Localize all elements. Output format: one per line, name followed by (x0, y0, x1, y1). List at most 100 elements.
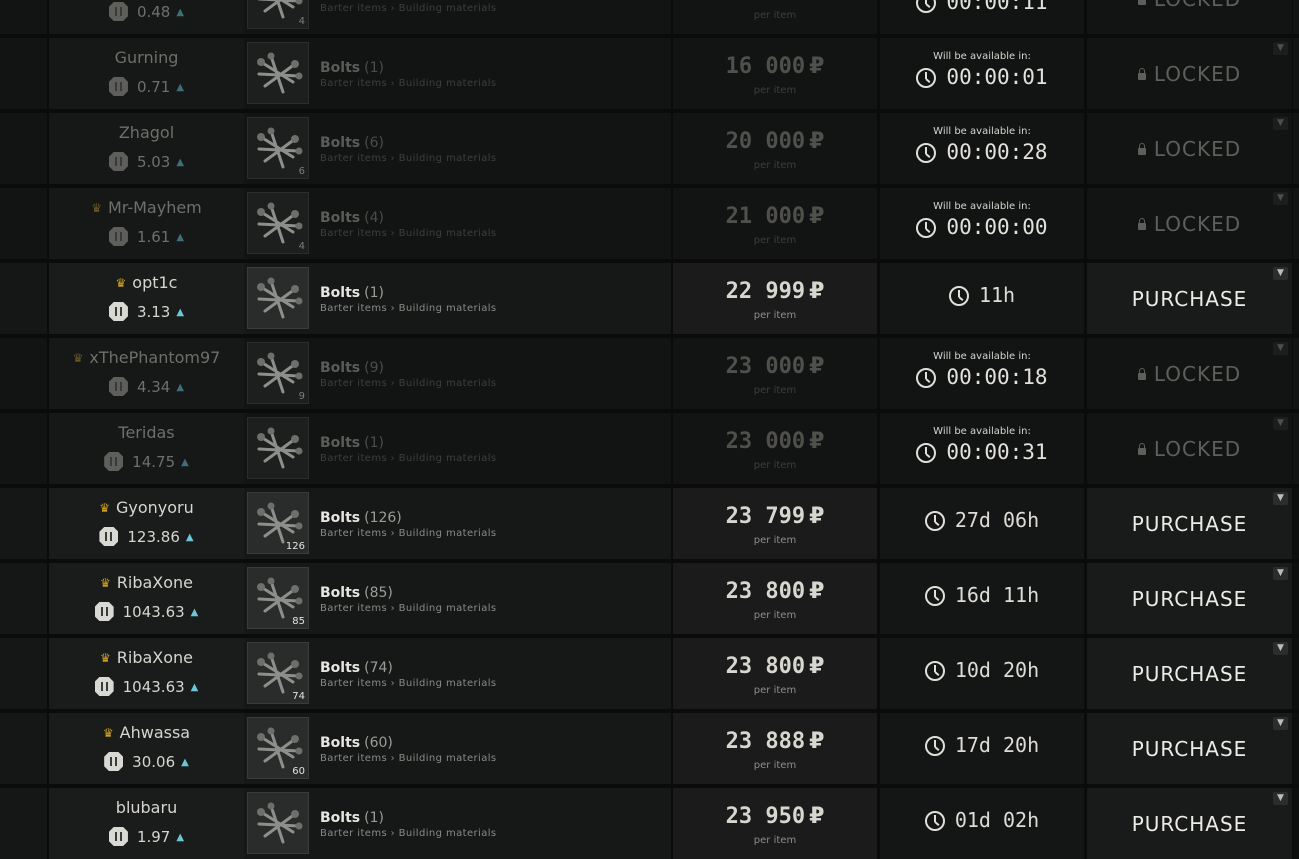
seller-name[interactable]: ♛ opt1c (49, 273, 244, 292)
row-tail-cell (1293, 113, 1299, 184)
seller-cell[interactable]: Zhagol 5.03 ▲ (49, 113, 244, 184)
item-cell: Bolts (1) Barter items › Building materia… (244, 788, 671, 859)
countdown-value: 00:00:11 (946, 0, 1048, 14)
purchase-button[interactable]: PURCHASE (1087, 662, 1292, 686)
clock-icon (916, 443, 937, 463)
seller-rating: 4.34 ▲ (49, 377, 244, 396)
item-thumbnail[interactable]: 85 (247, 567, 309, 629)
countdown-value: 00:00:31 (946, 440, 1048, 464)
item-thumbnail[interactable] (247, 42, 309, 104)
action-cell: ▼ LOCKED (1087, 0, 1292, 34)
item-thumbnail[interactable]: 60 (247, 717, 309, 779)
chevron-down-icon[interactable]: ▼ (1273, 417, 1288, 430)
purchase-button[interactable]: PURCHASE (1087, 812, 1292, 836)
ruble-icon: ₽ (809, 54, 825, 79)
rating-up-icon: ▲ (190, 682, 199, 693)
seller-rating: 3.13 ▲ (49, 302, 244, 321)
item-cell: 60 Bolts (60) Barter items › Building mat… (244, 713, 671, 784)
item-name: Bolts (1) (320, 810, 384, 826)
crown-icon: ♛ (99, 651, 111, 665)
item-count: (4) (364, 210, 384, 226)
time-cell: Will be available in: 00:00:18 (880, 338, 1084, 409)
chevron-down-icon[interactable]: ▼ (1273, 267, 1288, 280)
seller-cell[interactable]: ♛ Gyonyoru 123.86 ▲ (49, 488, 244, 559)
item-thumbnail[interactable]: 9 (247, 342, 309, 404)
seller-name[interactable]: Teridas (49, 423, 244, 442)
rating-up-icon: ▲ (181, 457, 189, 468)
chevron-down-icon[interactable]: ▼ (1273, 192, 1288, 205)
seller-name[interactable]: ♛ Gyonyoru (49, 498, 244, 517)
item-thumbnail[interactable] (247, 267, 309, 329)
chevron-down-icon[interactable]: ▼ (1273, 42, 1288, 55)
seller-cell[interactable]: Gurning 0.71 ▲ (49, 38, 244, 109)
seller-cell[interactable]: ♛ Mr-Mayhem 1.61 ▲ (49, 188, 244, 259)
ruble-icon: ₽ (769, 0, 784, 4)
purchase-button[interactable]: PURCHASE (1087, 287, 1292, 311)
purchase-button[interactable]: PURCHASE (1087, 587, 1292, 611)
row-lead-cell (0, 0, 47, 34)
chevron-down-icon[interactable]: ▼ (1273, 492, 1288, 505)
seller-name[interactable]: ♛ RibaXone (49, 648, 244, 667)
chevron-down-icon[interactable]: ▼ (1273, 717, 1288, 730)
seller-name[interactable]: ♛ RibaXone (49, 573, 244, 592)
item-thumbnail[interactable] (247, 417, 309, 479)
time-cell: Will be available in: 00:00:28 (880, 113, 1084, 184)
seller-name[interactable]: blubaru (49, 798, 244, 817)
rating-up-icon: ▲ (176, 307, 185, 318)
seller-cell[interactable]: ♛ RibaXone 1043.63 ▲ (49, 638, 244, 709)
item-thumbnail[interactable]: 4 (247, 192, 309, 254)
action-cell: ▼ LOCKED (1087, 113, 1292, 184)
rating-value: 14.75 (132, 453, 176, 471)
offer-row: ♛ xThePhantom97 4.34 ▲ 9 Bolts (9) Barte… (0, 338, 1299, 409)
rating-up-icon: ▲ (181, 757, 189, 768)
seller-name[interactable]: Gurning (49, 48, 244, 67)
seller-cell[interactable]: blubaru 1.97 ▲ (49, 788, 244, 859)
action-cell: ▼ PURCHASE (1087, 563, 1292, 634)
seller-cell[interactable]: ♛ Ahwassa 30.06 ▲ (49, 713, 244, 784)
item-category: Barter items › Building materials (320, 603, 497, 614)
rating-value: 1.97 (136, 828, 171, 846)
seller-cell[interactable]: Teridas 14.75 ▲ (49, 413, 244, 484)
price: 23 800 ₽ (673, 579, 877, 604)
seller-rating: 1.61 ▲ (49, 227, 244, 246)
rating-badge-icon (94, 677, 114, 696)
item-thumbnail[interactable]: 74 (247, 642, 309, 704)
crown-icon: ♛ (91, 201, 102, 215)
chevron-down-icon[interactable]: ▼ (1273, 642, 1288, 655)
seller-cell[interactable]: ♛ RibaXone 1043.63 ▲ (49, 563, 244, 634)
item-category: Barter items › Building materials (320, 378, 497, 389)
chevron-down-icon[interactable]: ▼ (1273, 792, 1288, 805)
row-lead-cell (0, 488, 47, 559)
seller-name[interactable]: ♛ Ahwassa (49, 723, 244, 742)
item-thumbnail[interactable]: 6 (247, 117, 309, 179)
per-item-label: per item (753, 610, 797, 621)
time-cell: 27d 06h (880, 488, 1084, 559)
seller-cell[interactable]: ♛ xThePhantom97 4.34 ▲ (49, 338, 244, 409)
chevron-down-icon[interactable]: ▼ (1273, 342, 1288, 355)
item-quantity: 126 (285, 541, 305, 552)
clock-icon (948, 286, 969, 306)
chevron-down-icon[interactable]: ▼ (1273, 117, 1288, 130)
item-cell: 4 Bolts Barter items › Building material… (244, 0, 671, 34)
seller-name[interactable]: Zhagol (49, 123, 244, 142)
item-thumbnail[interactable] (247, 792, 309, 854)
seller-name[interactable]: ♛ Mr-Mayhem (49, 198, 244, 217)
price-value: 23 000 (725, 354, 806, 379)
locked-status: LOCKED (1087, 62, 1292, 86)
price-cell: 23 800 ₽ per item (673, 563, 877, 634)
seller-cell[interactable]: ♛ opt1c 3.13 ▲ (49, 263, 244, 334)
rating-value: 30.06 (132, 753, 176, 771)
seller-cell[interactable]: 0.48 ▲ (49, 0, 244, 34)
item-name: Bolts (1) (320, 285, 384, 301)
row-lead-cell (0, 638, 47, 709)
seller-name[interactable]: ♛ xThePhantom97 (49, 348, 244, 367)
purchase-button[interactable]: PURCHASE (1087, 737, 1292, 761)
chevron-down-icon[interactable]: ▼ (1273, 567, 1288, 580)
row-lead-cell (0, 38, 47, 109)
item-thumbnail[interactable]: 4 (247, 0, 309, 29)
purchase-button[interactable]: PURCHASE (1087, 512, 1292, 536)
price-cell: ₽ per item (673, 0, 877, 34)
item-thumbnail[interactable]: 126 (247, 492, 309, 554)
item-cell: 6 Bolts (6) Barter items › Building mater… (244, 113, 671, 184)
ruble-icon: ₽ (809, 279, 825, 304)
